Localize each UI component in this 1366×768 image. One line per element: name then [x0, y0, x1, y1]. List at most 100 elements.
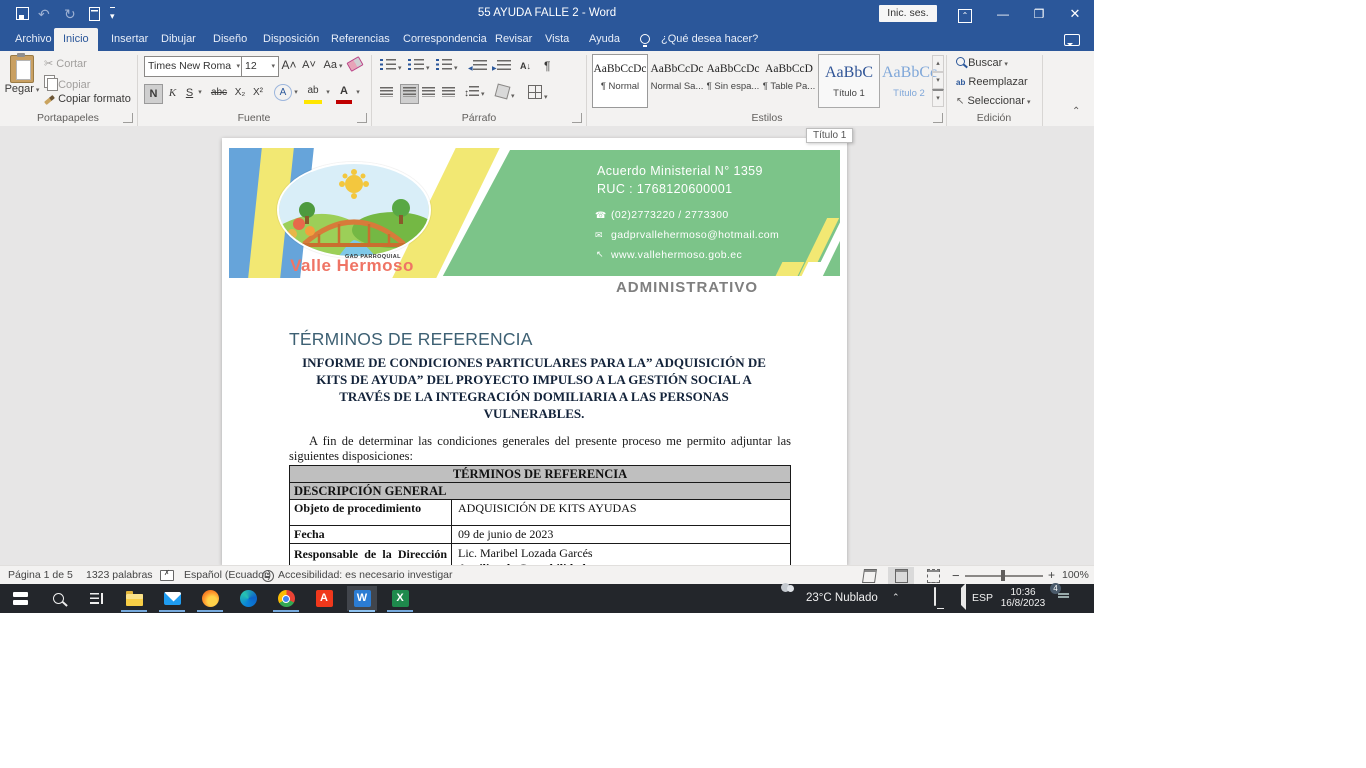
font-name-input[interactable]: Times New Roma▾ [144, 56, 244, 77]
cut-button[interactable]: ✂ Cortar [44, 57, 87, 70]
style-titulo-2[interactable]: AaBbCc Título 2 [882, 55, 936, 107]
select-button[interactable]: ↖ Seleccionar▾ [956, 95, 1030, 107]
tray-expand-icon[interactable]: ⌃ [892, 592, 900, 603]
tab-revisar[interactable]: Revisar [486, 28, 541, 51]
tab-dibujar[interactable]: Dibujar [152, 28, 205, 51]
clock[interactable]: 10:36 16/8/2023 [998, 587, 1048, 609]
style-normal[interactable]: AaBbCcDc ¶ Normal [592, 54, 648, 108]
tab-correspondencia[interactable]: Correspondencia [394, 28, 496, 51]
clipboard-dialog-launcher-icon[interactable] [123, 113, 133, 123]
subscript-button[interactable]: X₂ [232, 84, 248, 102]
styles-dialog-launcher-icon[interactable] [933, 113, 943, 123]
accessibility-status[interactable]: Accesibilidad: es necesario investigar [278, 569, 453, 581]
language-indicator[interactable]: Español (Ecuador) [184, 569, 271, 581]
style-table-paragraph[interactable]: AaBbCcD ¶ Table Pa... [762, 55, 816, 107]
zoom-slider-handle[interactable] [1001, 570, 1005, 581]
volume-icon[interactable] [956, 588, 966, 606]
highlight-dropdown-icon[interactable]: ▾ [324, 84, 332, 102]
styles-gallery-more-icon[interactable]: ▾ [932, 89, 944, 107]
tell-me-box[interactable]: ¿Qué desea hacer? [652, 28, 767, 51]
line-spacing-button[interactable]: ↕▾ [464, 85, 485, 103]
shrink-font-button[interactable]: A˅ [300, 56, 318, 74]
change-case-button[interactable]: Aa▾ [322, 56, 344, 74]
ribbon-display-options-icon[interactable]: ⌃ [948, 0, 982, 28]
file-explorer-button[interactable] [119, 586, 149, 611]
text-effects-button[interactable]: A [274, 84, 292, 101]
acrobat-button[interactable]: A [309, 586, 339, 611]
document-page[interactable]: GAD PARROQUIAL Valle Hermoso Acuerdo Min… [222, 138, 847, 565]
pilcrow-button[interactable]: ¶ [544, 57, 550, 75]
excel-taskbar-button[interactable]: X [385, 586, 415, 611]
font-color-button[interactable]: A [336, 82, 352, 104]
highlight-button[interactable]: ab [304, 82, 322, 104]
style-sin-espaciado[interactable]: AaBbCcDc ¶ Sin espa... [706, 55, 760, 107]
sort-button[interactable]: A↓ [520, 57, 531, 75]
zoom-in-icon[interactable]: + [1048, 568, 1055, 582]
tab-inicio[interactable]: Inicio [54, 28, 98, 51]
word-count[interactable]: 1323 palabras [86, 569, 153, 581]
chrome-button[interactable] [271, 586, 301, 611]
tab-archivo[interactable]: Archivo [6, 28, 61, 51]
decrease-indent-button[interactable]: ◀ [468, 58, 487, 76]
superscript-button[interactable]: X² [250, 84, 266, 102]
align-center-button[interactable] [400, 84, 419, 104]
underline-dropdown-icon[interactable]: ▾ [196, 84, 204, 102]
paragraph-dialog-launcher-icon[interactable] [572, 113, 582, 123]
close-icon[interactable]: ✕ [1058, 0, 1092, 28]
tab-disposicion[interactable]: Disposición [254, 28, 328, 51]
styles-scroll-up-icon[interactable]: ▴ [932, 55, 944, 72]
mail-button[interactable] [157, 586, 187, 611]
search-button[interactable] [43, 586, 73, 611]
collapse-ribbon-icon[interactable]: ⌃ [1072, 106, 1080, 117]
format-painter-button[interactable]: Copiar formato [44, 93, 131, 105]
feedback-comment-icon[interactable] [1064, 34, 1080, 46]
find-button[interactable]: Buscar▾ [956, 57, 1008, 69]
proofing-errors-icon[interactable] [160, 570, 174, 584]
increase-indent-button[interactable]: ▶ [492, 58, 511, 76]
restore-icon[interactable]: ❐ [1022, 0, 1056, 28]
replace-button[interactable]: ab Reemplazar [956, 76, 1028, 88]
web-layout-button[interactable] [920, 567, 946, 584]
bold-button[interactable]: N [144, 84, 163, 104]
bullets-button[interactable]: ▾ [380, 58, 402, 76]
tab-vista[interactable]: Vista [536, 28, 578, 51]
justify-button[interactable] [442, 85, 455, 103]
clear-formatting-button[interactable] [348, 57, 362, 75]
tab-referencias[interactable]: Referencias [322, 28, 399, 51]
paste-button[interactable]: Pegar▾ [4, 55, 40, 111]
weather-text[interactable]: 23°C Nublado [806, 592, 878, 604]
multilevel-list-button[interactable]: ▾ [436, 58, 458, 76]
align-right-button[interactable] [422, 85, 435, 103]
network-icon[interactable] [934, 588, 936, 606]
print-layout-button[interactable] [888, 567, 914, 584]
task-view-button[interactable] [81, 586, 111, 611]
start-button[interactable] [5, 586, 35, 611]
underline-button[interactable]: S [182, 84, 197, 102]
style-normal-sa[interactable]: AaBbCcDc Normal Sa... [650, 55, 704, 107]
tab-diseno[interactable]: Diseño [204, 28, 256, 51]
zoom-out-icon[interactable]: − [952, 568, 960, 583]
language-tray[interactable]: ESP [972, 592, 993, 604]
tab-insertar[interactable]: Insertar [102, 28, 157, 51]
font-dialog-launcher-icon[interactable] [357, 113, 367, 123]
strikethrough-button[interactable]: abc [208, 84, 230, 102]
font-color-dropdown-icon[interactable]: ▾ [354, 84, 362, 102]
page-indicator[interactable]: Página 1 de 5 [8, 569, 73, 581]
minimize-icon[interactable]: — [986, 0, 1020, 28]
grow-font-button[interactable]: A˄ [280, 56, 298, 74]
word-taskbar-button[interactable]: W [347, 586, 377, 611]
tab-ayuda[interactable]: Ayuda [580, 28, 629, 51]
edge-button[interactable] [233, 586, 263, 611]
align-left-button[interactable] [380, 85, 393, 103]
borders-button[interactable]: ▾ [528, 85, 548, 103]
style-titulo-1[interactable]: AaBbC Título 1 [818, 54, 880, 108]
zoom-level[interactable]: 100% [1062, 569, 1089, 581]
read-mode-button[interactable] [856, 567, 882, 584]
styles-scroll-down-icon[interactable]: ▾ [932, 72, 944, 89]
font-size-input[interactable]: 12▾ [241, 56, 279, 77]
firefox-button[interactable] [195, 586, 225, 611]
sign-in-button[interactable]: Inic. ses. [879, 5, 937, 22]
numbering-button[interactable]: ▾ [408, 58, 430, 76]
italic-button[interactable]: K [165, 84, 180, 102]
shading-button[interactable]: ▾ [496, 85, 515, 103]
